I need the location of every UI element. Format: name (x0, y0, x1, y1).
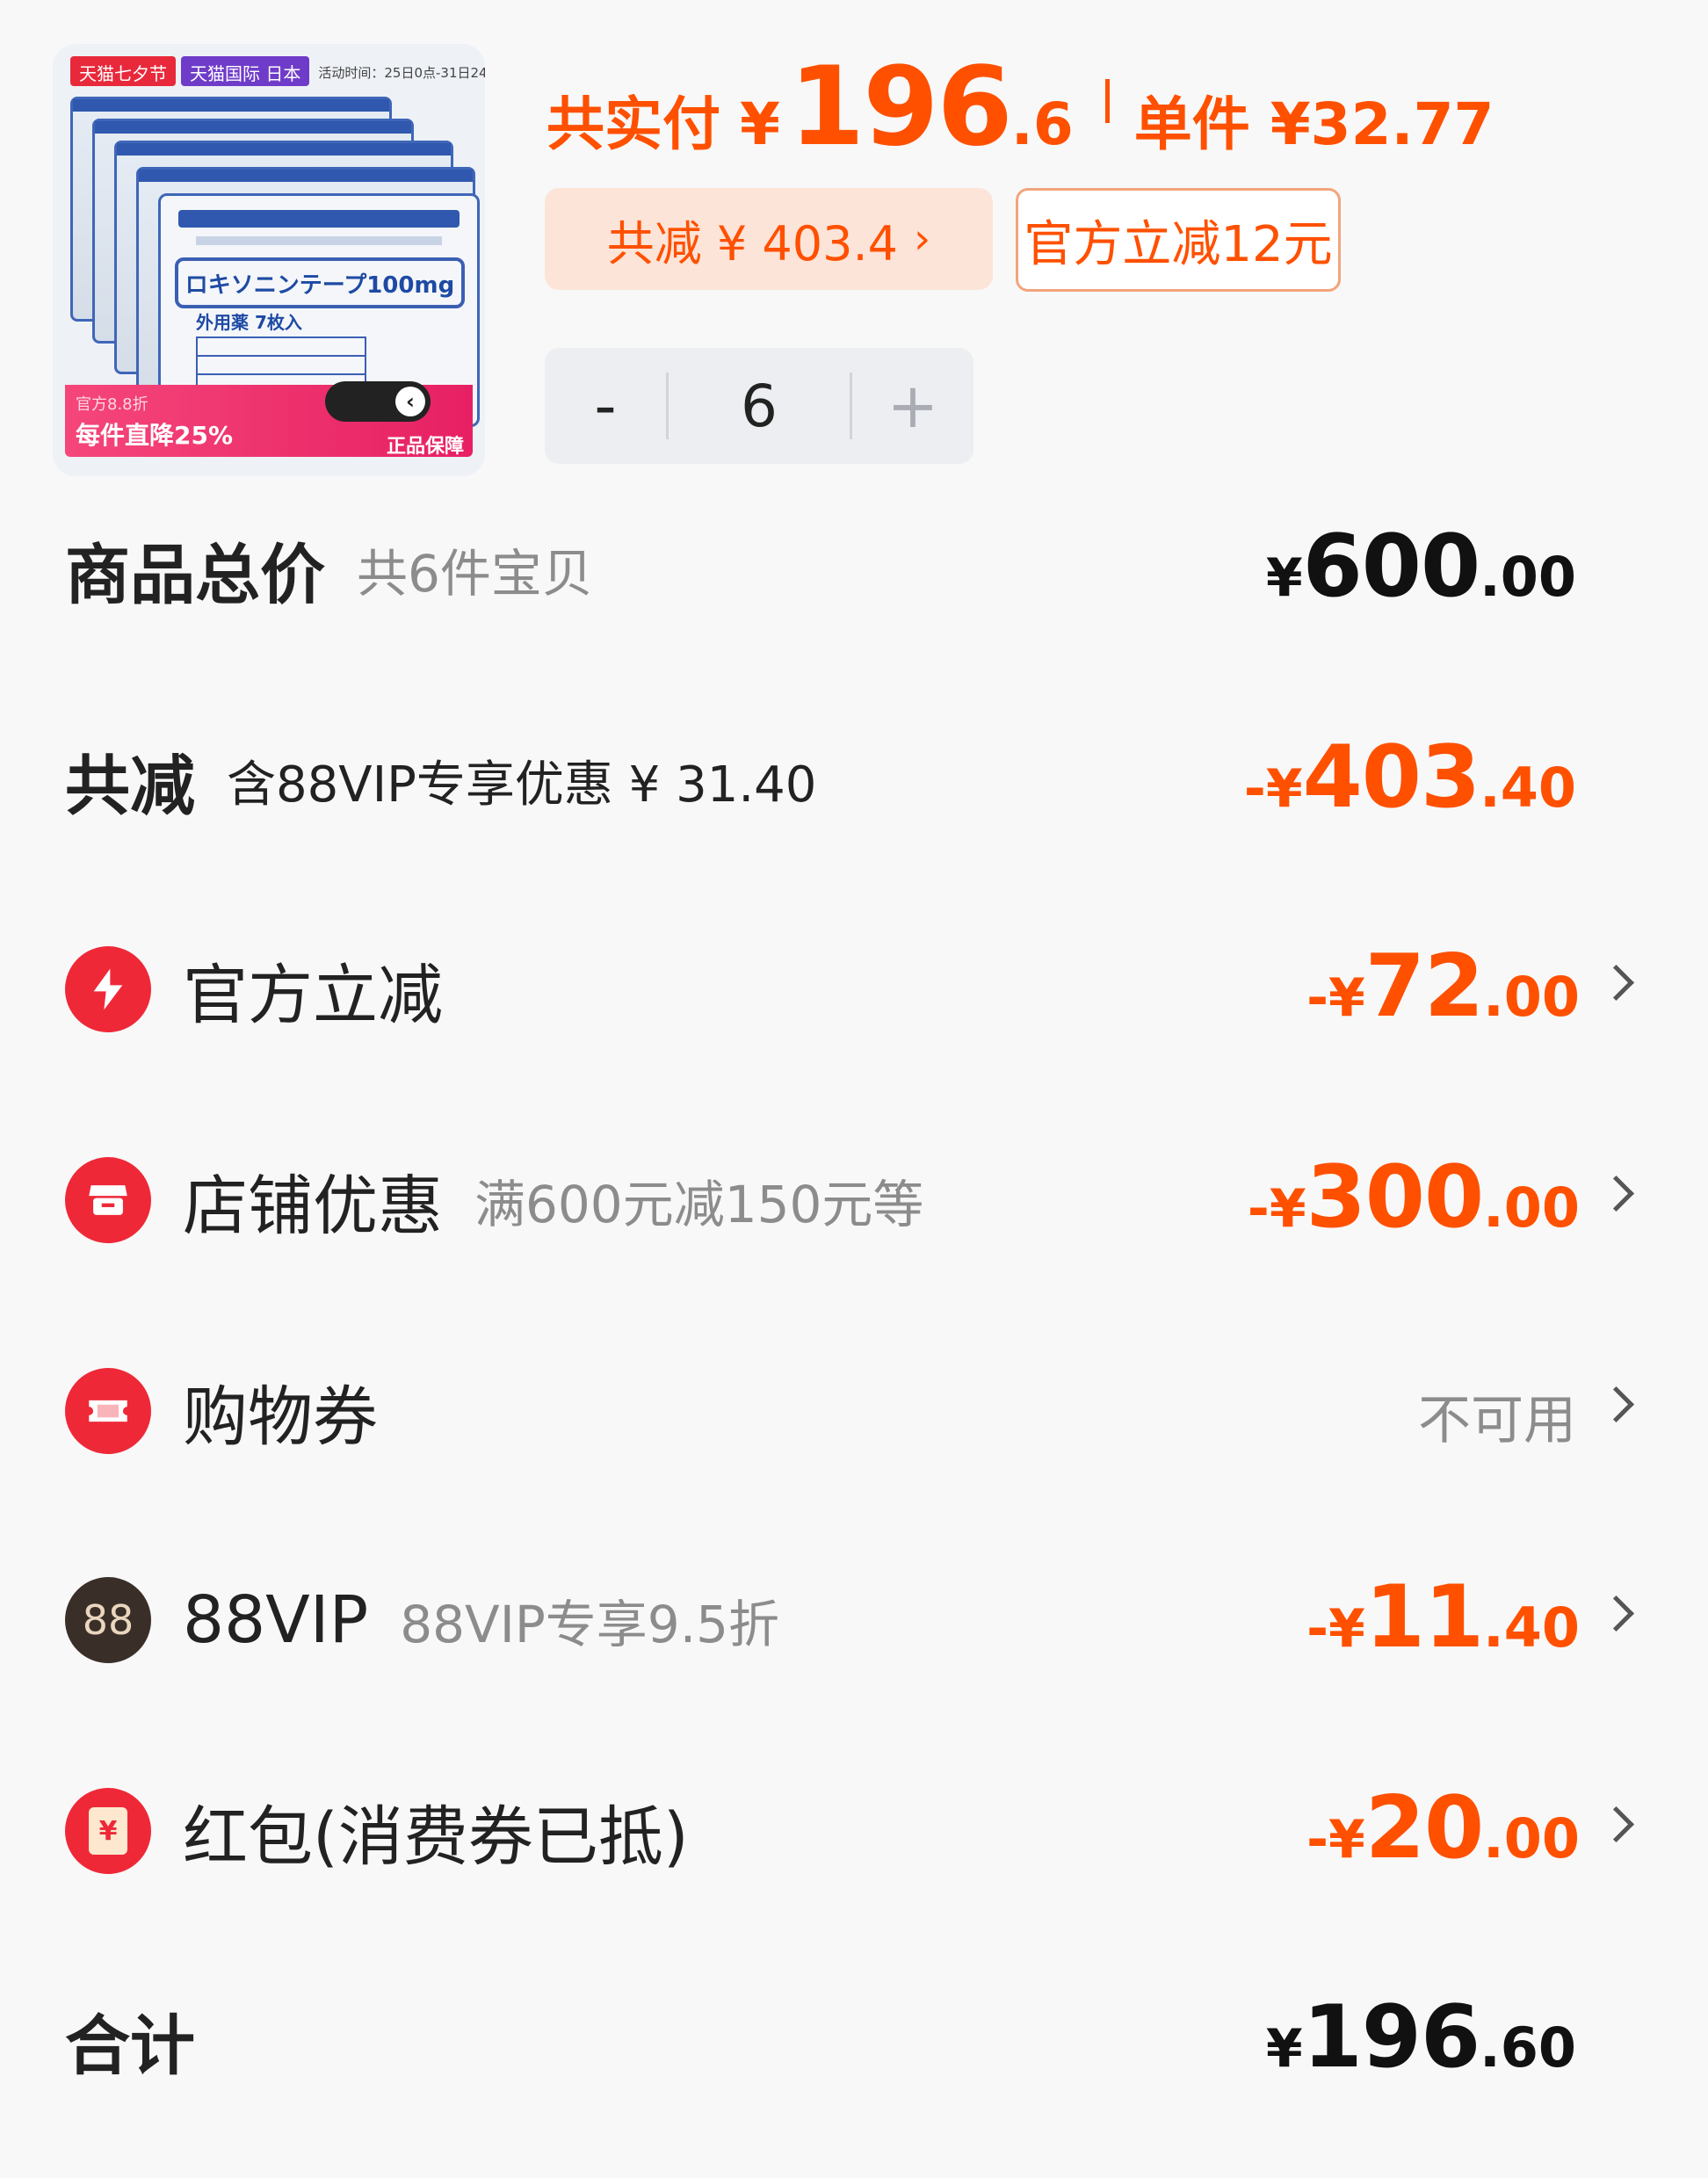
row-item-total: 商品总价 共6件宝贝 ¥ 600 .00 (65, 517, 1708, 622)
total-saved-text: 共减 ¥ 403.4 (606, 215, 899, 271)
amount-dec: .40 (1480, 756, 1576, 820)
row-88vip[interactable]: 88 88VIP 88VIP专享9.5折 -¥ 11 .40 (65, 1567, 1708, 1673)
amount-int: 300 (1306, 1147, 1485, 1248)
ticket-icon (65, 1368, 151, 1454)
row-total-reduction: 共减 含88VIP专享优惠 ¥ 31.40 -¥ 403 .40 (65, 727, 1708, 833)
amount-int: 20 (1364, 1778, 1484, 1878)
currency-sign: -¥ (1306, 1809, 1365, 1870)
play-badge-icon: ‹ (325, 381, 431, 422)
red-packet-label: 红包(消费券已抵) (183, 1798, 689, 1875)
coupon-label: 购物券 (183, 1378, 378, 1455)
total-saved-button[interactable]: 共减 ¥ 403.4 › (545, 188, 993, 290)
festival-tag: 天猫七夕节 (70, 56, 176, 86)
chevron-right-icon: › (914, 214, 931, 264)
chevron-right-icon (1597, 1386, 1635, 1423)
red-packet-glyph: ¥ (89, 1807, 127, 1855)
genuine-label: 正品保障 (386, 436, 464, 458)
vip-88-icon: 88 (65, 1577, 151, 1663)
vip-discount-amount: -¥ 11 .40 (1306, 1567, 1580, 1673)
price-header: 共实付 ¥ 196 .6 单件 ¥32.77 (546, 44, 1494, 170)
total-reduction-amount: -¥ 403 .40 (1244, 727, 1576, 833)
vip-label: 88VIP (183, 1582, 369, 1658)
total-reduction-label: 共减 (65, 748, 195, 824)
chevron-right-icon (1597, 1175, 1635, 1212)
per-item-drop-label: 每件直降25% (76, 421, 234, 450)
currency-sign: ¥ (1265, 547, 1303, 609)
amount-dec: .00 (1480, 545, 1576, 609)
row-grand-total: 合计 ¥ 196 .60 (65, 1987, 1708, 2093)
row-red-packet[interactable]: ¥ 红包(消费券已抵) -¥ 20 .00 (65, 1778, 1708, 1884)
chevron-right-icon (1597, 1805, 1635, 1843)
item-count: 共6件宝贝 (357, 544, 593, 604)
amount-int: 403 (1302, 727, 1481, 828)
price-separator (1104, 79, 1110, 123)
official-discount-amount: -¥ 72 .00 (1306, 937, 1580, 1042)
row-official-discount[interactable]: 官方立减 -¥ 72 .00 (65, 937, 1708, 1042)
currency-sign: -¥ (1306, 967, 1365, 1029)
red-packet-amount: -¥ 20 .00 (1306, 1778, 1580, 1884)
pay-amount-dec: .6 (1010, 90, 1074, 158)
amount-dec: .40 (1483, 1596, 1580, 1660)
grand-total-label: 合计 (65, 2008, 195, 2084)
official-discount-label: 官方8.8折 (76, 395, 148, 414)
amount-dec: .00 (1483, 1176, 1580, 1240)
coupon-status: 不可用 (1418, 1390, 1576, 1451)
amount-dec: .00 (1483, 1806, 1580, 1870)
package-sub: 外用薬 7枚入 (196, 312, 302, 333)
row-shopping-coupon[interactable]: 购物券 不可用 (65, 1358, 1708, 1464)
vip-discount-rule: 88VIP专享9.5折 (400, 1595, 780, 1654)
lightning-icon (65, 946, 151, 1032)
chevron-right-icon (1597, 964, 1635, 1002)
currency-sign: -¥ (1306, 1598, 1365, 1660)
amount-dec: .00 (1483, 965, 1580, 1029)
amount-int: 196 (1302, 1987, 1481, 2088)
item-total-label: 商品总价 (65, 537, 325, 613)
item-total-amount: ¥ 600 .00 (1266, 517, 1576, 622)
vip-88-glyph: 88 (82, 1596, 134, 1644)
red-packet-icon: ¥ (65, 1788, 151, 1874)
amount-int: 72 (1364, 937, 1484, 1037)
product-thumbnail[interactable]: 天猫七夕节 天猫国际 日本 活动时间：25日0点-31日24点 ロキソニンテープ… (53, 44, 485, 476)
grand-total-amount: ¥ 196 .60 (1266, 1987, 1576, 2093)
quantity-value[interactable]: 6 (669, 373, 850, 440)
row-store-discount[interactable]: 店铺优惠 满600元减150元等 -¥ 300 .00 (65, 1147, 1708, 1253)
store-icon (65, 1157, 151, 1243)
decrement-button[interactable]: - (545, 375, 666, 437)
increment-button[interactable]: + (852, 375, 973, 437)
package-name: ロキソニンテープ100mg (175, 257, 465, 308)
currency-sign: ¥ (1265, 2018, 1303, 2080)
vip-included-note: 含88VIP专享优惠 ¥ 31.40 (227, 756, 817, 814)
amount-int: 11 (1364, 1567, 1484, 1668)
official-discount-tag: 官方立减12元 (1016, 188, 1341, 292)
amount-int: 600 (1302, 517, 1481, 617)
currency-sign: -¥ (1247, 1178, 1306, 1240)
activity-time: 活动时间：25日0点-31日24点 (318, 65, 485, 81)
amount-dec: .60 (1480, 2015, 1576, 2080)
store-discount-amount: -¥ 300 .00 (1248, 1147, 1580, 1253)
official-discount-label: 官方立减 (183, 957, 443, 1033)
currency-sign: -¥ (1243, 758, 1303, 820)
thumbnail-tags: 天猫七夕节 天猫国际 日本 活动时间：25日0点-31日24点 (70, 56, 485, 86)
quantity-stepper: - 6 + (545, 348, 973, 464)
store-discount-rule: 满600元减150元等 (474, 1175, 924, 1234)
chevron-right-icon (1597, 1595, 1635, 1632)
pay-amount-int: 196 (788, 44, 1013, 170)
pay-currency: ¥ (740, 90, 780, 158)
back-arrow-icon: ‹ (395, 387, 425, 416)
store-discount-label: 店铺优惠 (183, 1168, 443, 1244)
pay-label: 共实付 (546, 90, 720, 158)
unit-price: 单件 ¥32.77 (1133, 90, 1494, 158)
intl-tag: 天猫国际 日本 (181, 56, 310, 86)
